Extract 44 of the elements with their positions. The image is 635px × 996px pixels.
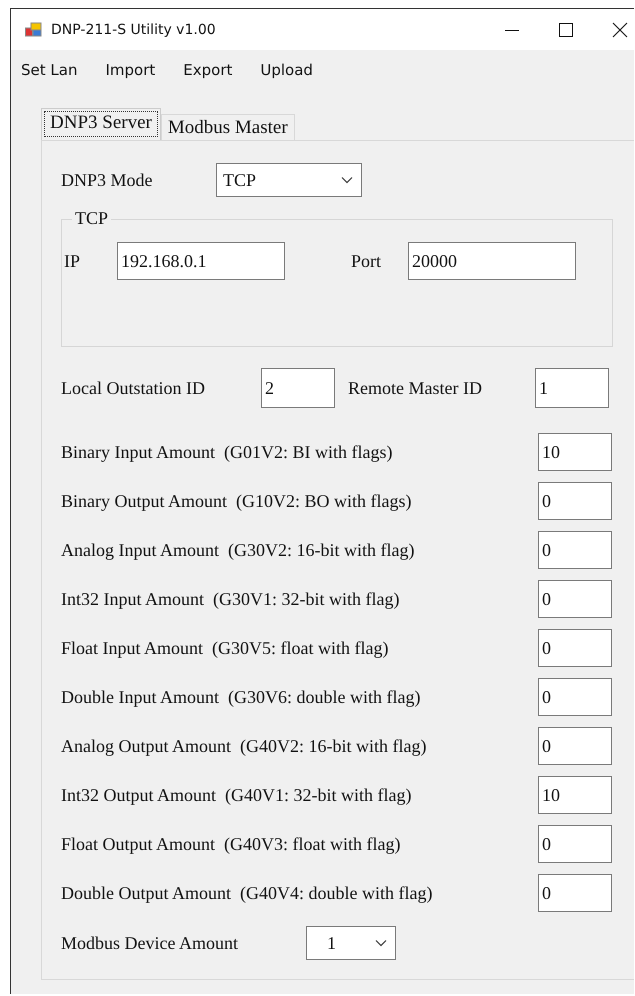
app-icon bbox=[25, 22, 43, 38]
label: Analog Input Amount (G30V2: 16-bit with flag) bbox=[61, 540, 416, 560]
label: Remote Master ID bbox=[347, 378, 483, 398]
input-field[interactable]: 0 bbox=[538, 825, 612, 863]
label: Analog Output Amount (G40V2: 16-bit with flag) bbox=[61, 736, 428, 756]
tab[interactable]: Modbus Master bbox=[160, 114, 295, 140]
label: Binary Output Amount (G10V2: BO with flags) bbox=[61, 490, 412, 512]
input-field[interactable]: 0 bbox=[538, 727, 612, 765]
input-field[interactable]: 1 bbox=[535, 368, 609, 408]
dropdown[interactable]: 1 bbox=[306, 926, 396, 960]
tab[interactable]: DNP3 Server bbox=[41, 108, 161, 140]
input-field[interactable]: 0 bbox=[538, 482, 612, 520]
input-field[interactable]: 10 bbox=[538, 776, 612, 814]
label: Float Input Amount (G30V5: float with flag) bbox=[61, 638, 390, 658]
label: Double Output Amount (G40V4: double with flag) bbox=[61, 882, 434, 904]
input-field[interactable]: 0 bbox=[538, 678, 612, 716]
menu-item[interactable]: Import bbox=[105, 61, 170, 79]
chevron-icon bbox=[341, 176, 353, 184]
label: Modbus Device Amount bbox=[61, 932, 239, 954]
label: Float Output Amount (G40V3: float with flag) bbox=[61, 834, 402, 854]
maximize-icon[interactable] bbox=[558, 22, 574, 38]
label: Binary Input Amount (G01V2: BI with flags) bbox=[61, 442, 394, 462]
menu-item[interactable]: Set Lan bbox=[21, 61, 92, 79]
input-field[interactable]: 0 bbox=[538, 531, 612, 569]
input-field[interactable]: 2 bbox=[261, 368, 335, 408]
menu-item[interactable]: Upload bbox=[260, 61, 327, 79]
chevron-icon bbox=[375, 939, 387, 947]
label: Port bbox=[350, 250, 382, 272]
label: DNP3 Mode bbox=[61, 170, 154, 190]
label: Int32 Output Amount (G40V1: 32-bit with flag) bbox=[61, 784, 412, 806]
label: Local Outstation ID bbox=[61, 378, 206, 398]
input-field[interactable]: 0 bbox=[538, 874, 612, 912]
input-field[interactable]: 0 bbox=[538, 580, 612, 618]
label: Int32 Input Amount (G30V1: 32-bit with flag) bbox=[61, 588, 400, 610]
label: Double Input Amount (G30V6: double with flag) bbox=[61, 686, 422, 708]
window-title: DNP-211-S Utility v1.00 bbox=[51, 22, 217, 38]
input-field[interactable]: 0 bbox=[538, 629, 612, 667]
label: IP bbox=[64, 250, 82, 272]
menu-item[interactable]: Export bbox=[183, 61, 246, 79]
close-icon[interactable] bbox=[612, 22, 628, 38]
dropdown[interactable]: TCP bbox=[216, 163, 362, 197]
input-field[interactable]: 192.168.0.1 bbox=[117, 242, 285, 280]
input-field[interactable]: 20000 bbox=[408, 242, 576, 280]
input-field[interactable]: 10 bbox=[538, 433, 612, 471]
